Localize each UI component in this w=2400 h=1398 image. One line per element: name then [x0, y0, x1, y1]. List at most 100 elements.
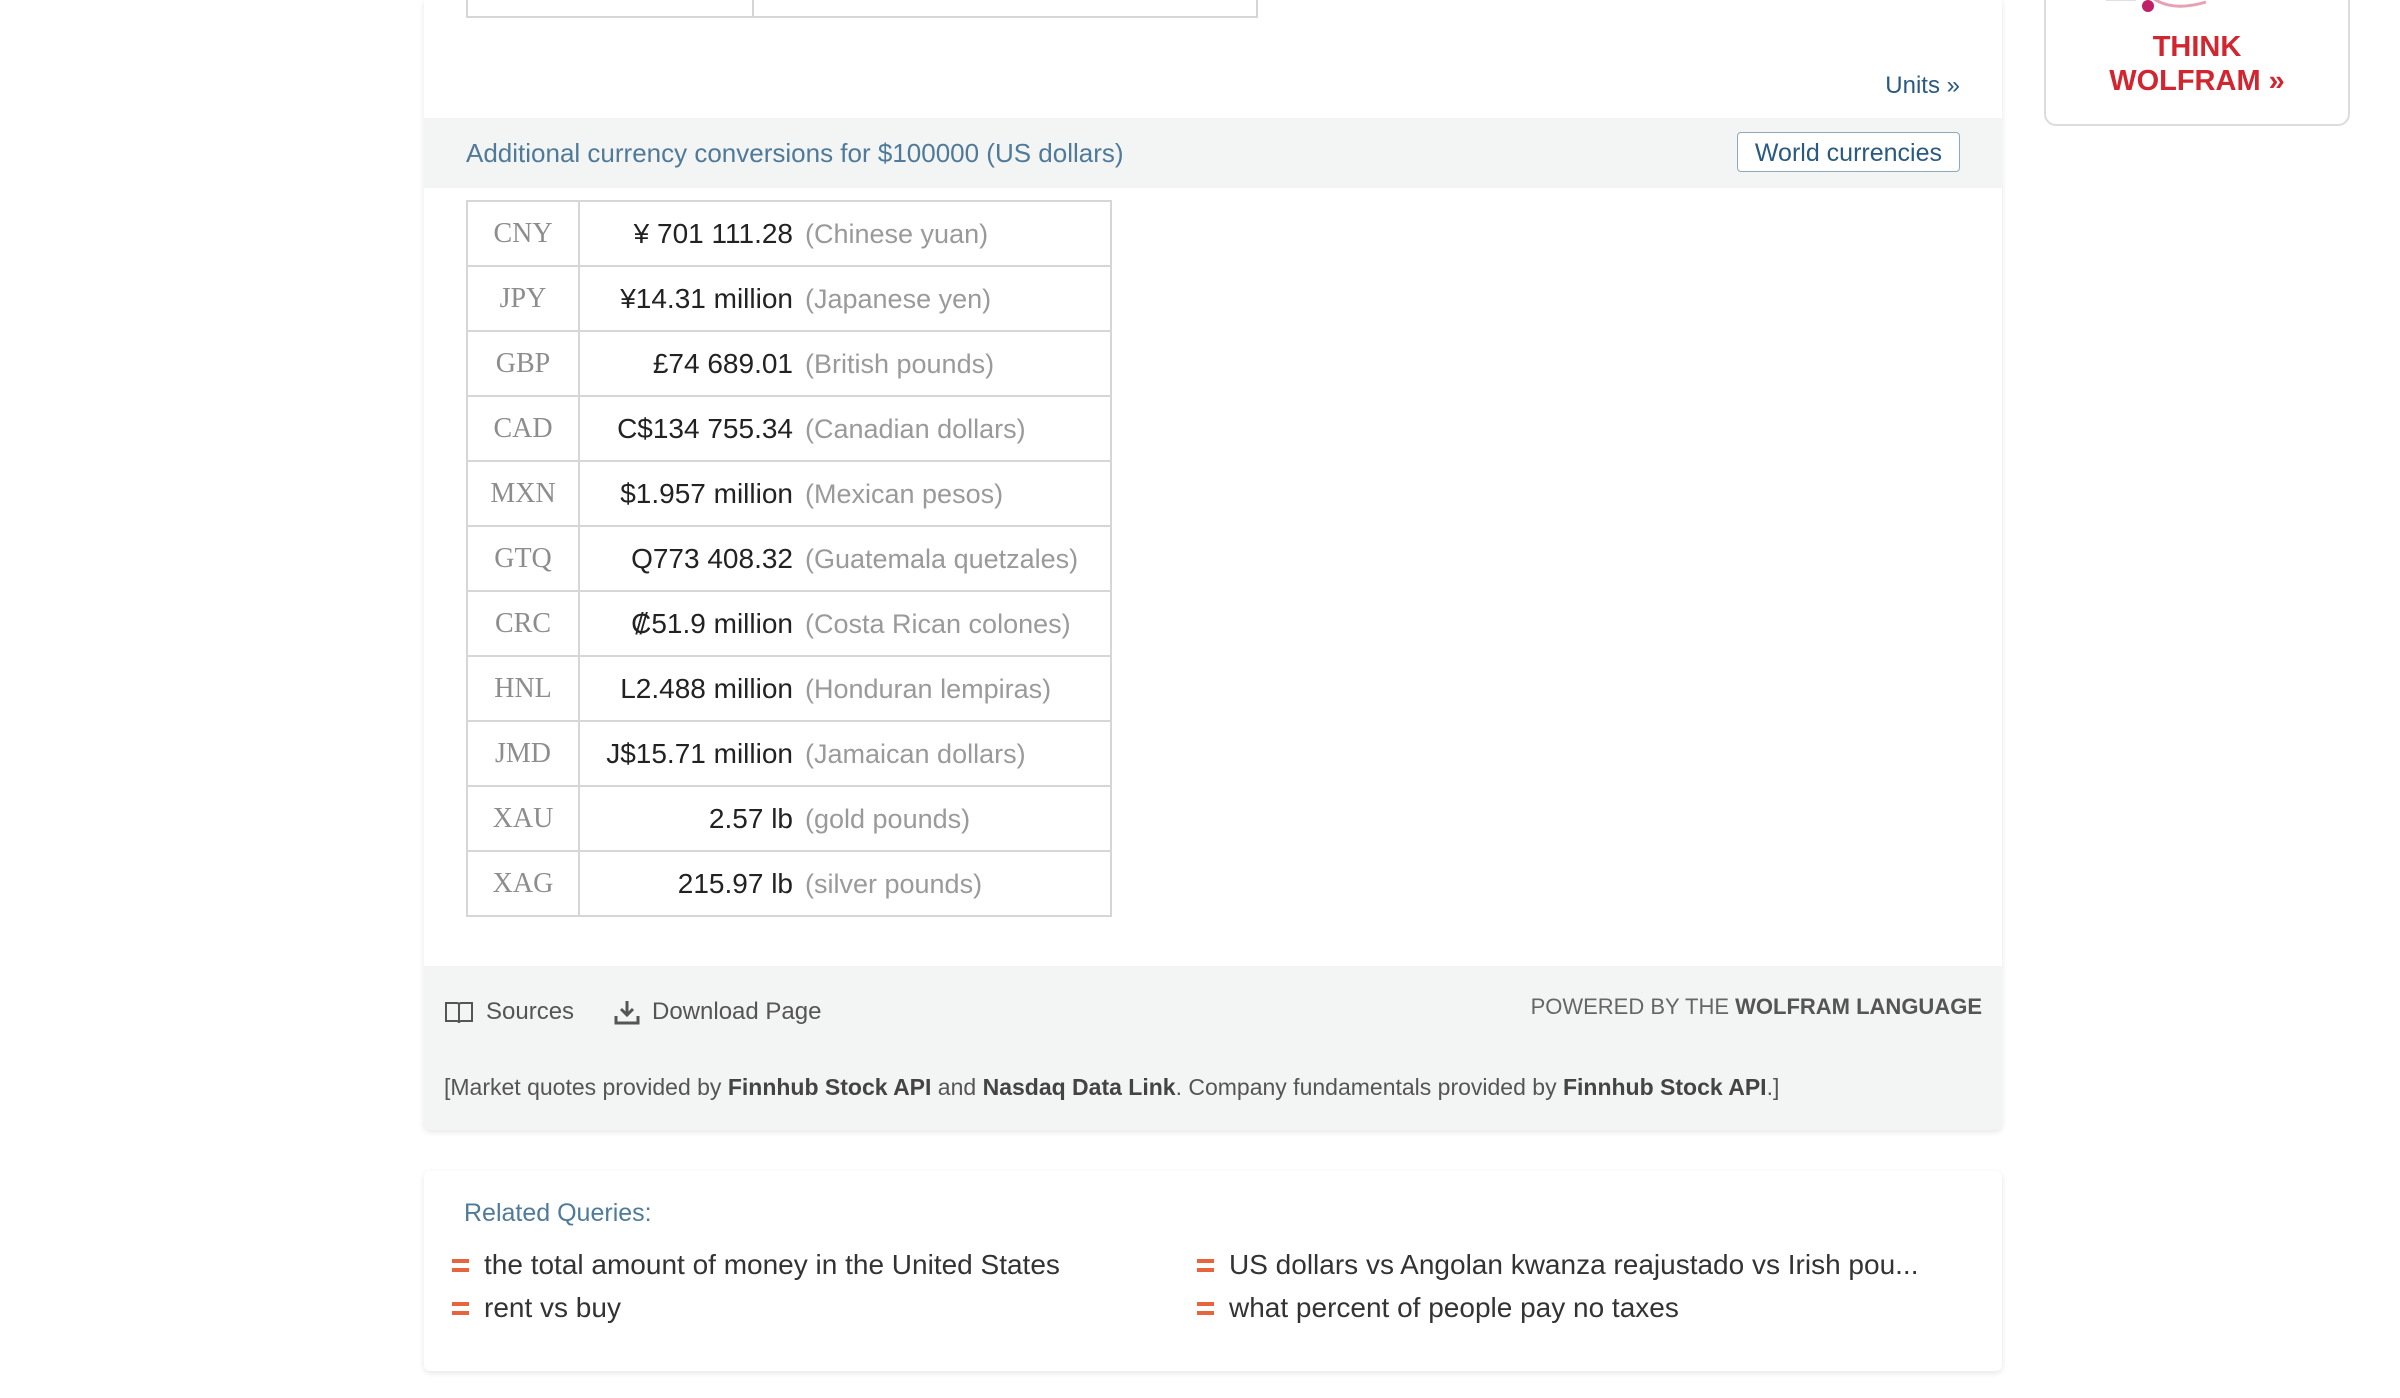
table-row: HNL L2.488 million (Honduran lempiras) [466, 655, 1112, 722]
data-attribution: [Market quotes provided by Finnhub Stock… [444, 1074, 1779, 1101]
related-query-item[interactable]: rent vs buy [452, 1292, 621, 1324]
powered-by-wolfram-language[interactable]: POWERED BY THE WOLFRAM LANGUAGE [1531, 994, 1982, 1020]
attrib-text: .] [1766, 1074, 1780, 1100]
currency-code: CNY [466, 200, 580, 267]
currency-code: JMD [466, 720, 580, 787]
currency-description: (British pounds) [805, 348, 995, 379]
currency-amount: J$15.71 million [606, 737, 793, 769]
currency-conversions-table: CNY ¥ 701 111.28 (Chinese yuan) JPY ¥14.3… [466, 200, 1112, 917]
currency-description: (Jamaican dollars) [805, 738, 1026, 769]
currency-code: XAU [466, 785, 580, 852]
related-query-item[interactable]: what percent of people pay no taxes [1197, 1292, 1679, 1324]
download-page-button[interactable]: Download Page [614, 998, 821, 1026]
currency-code: CRC [466, 590, 580, 657]
table-row: JPY ¥14.31 million (Japanese yen) [466, 265, 1112, 332]
currency-amount: $1.957 million [620, 477, 793, 509]
related-query-item[interactable]: US dollars vs Angolan kwanza reajustado … [1197, 1249, 1918, 1281]
table-divider [752, 0, 754, 16]
book-icon [445, 1002, 473, 1024]
sources-button[interactable]: Sources [444, 998, 574, 1026]
currency-amount: ¥ 701 111.28 [633, 217, 793, 249]
download-label: Download Page [652, 998, 822, 1025]
table-row: MXN $1.957 million (Mexican pesos) [466, 460, 1112, 527]
currency-code: JPY [466, 265, 580, 332]
table-row: GTQ Q773 408.32 (Guatemala quetzales) [466, 525, 1112, 592]
attrib-text: [Market quotes provided by [444, 1074, 728, 1100]
currency-description: (Canadian dollars) [805, 413, 1026, 444]
currency-amount: ¥14.31 million [620, 282, 793, 314]
currency-value-cell: ₡51.9 million (Costa Rican colones) [578, 590, 1112, 657]
equals-icon [1197, 1258, 1214, 1272]
attrib-link-nasdaq[interactable]: Nasdaq Data Link [983, 1074, 1176, 1100]
currency-amount: 215.97 lb [677, 867, 793, 899]
table-row: XAG 215.97 lb (silver pounds) [466, 850, 1112, 917]
table-row: CRC ₡51.9 million (Costa Rican colones) [466, 590, 1112, 657]
think-wolfram-ad[interactable]: THINK WOLFRAM » [2044, 0, 2350, 126]
currency-code: HNL [466, 655, 580, 722]
currency-description: (Costa Rican colones) [805, 608, 1071, 639]
currency-value-cell: J$15.71 million (Jamaican dollars) [578, 720, 1112, 787]
table-row: CNY ¥ 701 111.28 (Chinese yuan) [466, 200, 1112, 267]
currency-value-cell: L2.488 million (Honduran lempiras) [578, 655, 1112, 722]
attrib-text: . Company fundamentals provided by [1175, 1074, 1563, 1100]
world-currencies-button[interactable]: World currencies [1736, 132, 1960, 172]
currency-description: (Honduran lempiras) [805, 673, 1052, 704]
table-row: JMD J$15.71 million (Jamaican dollars) [466, 720, 1112, 787]
download-icon [614, 1001, 640, 1025]
currency-amount: Q773 408.32 [631, 542, 793, 574]
currency-value-cell: $1.957 million (Mexican pesos) [578, 460, 1112, 527]
attrib-link-finnhub[interactable]: Finnhub Stock API [1563, 1074, 1767, 1100]
currency-value-cell: 215.97 lb (silver pounds) [578, 850, 1112, 917]
currency-code: GTQ [466, 525, 580, 592]
table-row: GBP £74 689.01 (British pounds) [466, 330, 1112, 397]
ad-text: THINK WOLFRAM » [2046, 30, 2348, 98]
currency-amount: £74 689.01 [652, 347, 793, 379]
attrib-link-finnhub[interactable]: Finnhub Stock API [728, 1074, 932, 1100]
result-card: Units » Additional currency conversions … [424, 0, 2002, 1130]
currency-value-cell: £74 689.01 (British pounds) [578, 330, 1112, 397]
units-link[interactable]: Units » [1885, 72, 1960, 100]
powered-prefix: POWERED BY THE [1530, 994, 1736, 1019]
currency-amount: 2.57 lb [708, 802, 793, 834]
related-query-text: rent vs buy [484, 1292, 621, 1323]
sources-label: Sources [486, 998, 575, 1025]
conversions-pod-header: Additional currency conversions for $100… [424, 118, 2002, 188]
currency-code: CAD [466, 395, 580, 462]
ad-line-1: THINK [2152, 31, 2242, 63]
currency-value-cell: Q773 408.32 (Guatemala quetzales) [578, 525, 1112, 592]
currency-value-cell: ¥14.31 million (Japanese yen) [578, 265, 1112, 332]
related-query-text: US dollars vs Angolan kwanza reajustado … [1229, 1249, 1919, 1280]
currency-amount: ₡51.9 million [631, 607, 793, 639]
attrib-text: and [931, 1074, 983, 1100]
currency-description: (Guatemala quetzales) [805, 543, 1079, 574]
currency-description: (gold pounds) [805, 803, 971, 834]
equals-icon [452, 1258, 469, 1272]
currency-code: MXN [466, 460, 580, 527]
currency-value-cell: 2.57 lb (gold pounds) [578, 785, 1112, 852]
equals-icon [452, 1301, 469, 1315]
currency-description: (Mexican pesos) [805, 478, 1004, 509]
related-query-text: what percent of people pay no taxes [1229, 1292, 1679, 1323]
currency-description: (Japanese yen) [805, 283, 992, 314]
related-queries-title: Related Queries: [464, 1199, 652, 1227]
currency-description: (Chinese yuan) [805, 218, 989, 249]
table-row: XAU 2.57 lb (gold pounds) [466, 785, 1112, 852]
related-query-text: the total amount of money in the United … [484, 1249, 1060, 1280]
result-footer: Sources Download Page POWERED BY THE WOL… [424, 966, 2002, 1130]
currency-amount: C$134 755.34 [617, 412, 793, 444]
related-query-item[interactable]: the total amount of money in the United … [452, 1249, 1060, 1281]
ad-graphic-icon [2106, 0, 2207, 12]
currency-code: GBP [466, 330, 580, 397]
previous-table-bottom [466, 0, 1258, 18]
currency-code: XAG [466, 850, 580, 917]
table-row: CAD C$134 755.34 (Canadian dollars) [466, 395, 1112, 462]
powered-bold: WOLFRAM LANGUAGE [1735, 994, 1982, 1019]
equals-icon [1197, 1301, 1214, 1315]
currency-value-cell: C$134 755.34 (Canadian dollars) [578, 395, 1112, 462]
ad-line-2: WOLFRAM » [2109, 65, 2285, 97]
conversions-pod-title: Additional currency conversions for $100… [466, 138, 1124, 168]
currency-description: (silver pounds) [805, 868, 983, 899]
currency-value-cell: ¥ 701 111.28 (Chinese yuan) [578, 200, 1112, 267]
currency-amount: L2.488 million [620, 672, 793, 704]
related-queries-card: Related Queries: the total amount of mon… [424, 1171, 2002, 1371]
